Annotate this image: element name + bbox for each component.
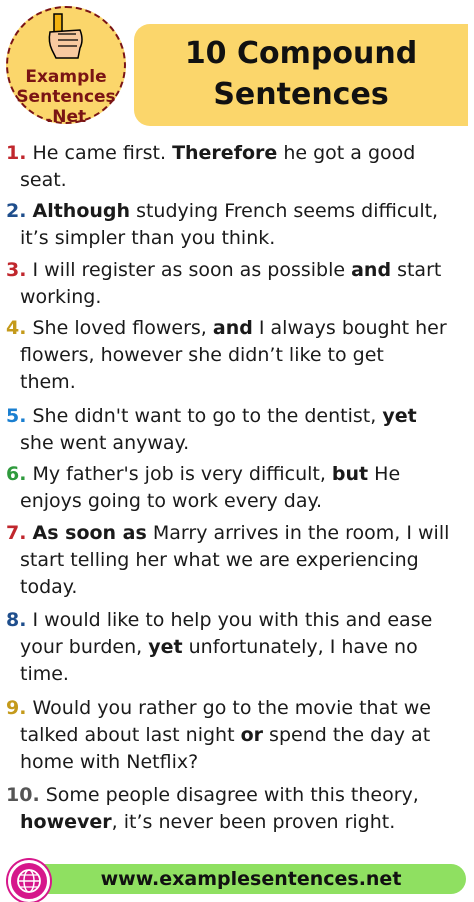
- keyword: yet: [148, 636, 183, 659]
- title-banner: 10 Compound Sentences: [134, 24, 468, 126]
- sentence-text: He came first.: [32, 142, 173, 164]
- sentence-line: it’s simpler than you think.: [6, 225, 466, 252]
- sentence-line: time.: [6, 661, 466, 688]
- sentence-text: enjoys going to work every day.: [20, 490, 323, 513]
- sentence-text: seat.: [20, 169, 67, 191]
- keyword: and: [351, 258, 392, 281]
- item-number: 3.: [6, 258, 27, 281]
- sentence-line: 10. Some people disagree with this theor…: [6, 782, 466, 809]
- item-number: 5.: [6, 404, 27, 427]
- site-logo[interactable]: Example Sentences .Net: [6, 6, 126, 127]
- sentence-text: home with Netflix?: [20, 750, 199, 773]
- sentence-line: she went anyway.: [6, 430, 466, 457]
- sentence-item-3: 3. I will register as soon as possible a…: [6, 257, 466, 311]
- sentence-line: 6. My father's job is very difficult, bu…: [6, 461, 466, 488]
- sentence-text: I always bought her: [252, 317, 447, 340]
- keyword: but: [331, 463, 369, 486]
- sentence-line: home with Netflix?: [6, 749, 466, 776]
- sentence-line: 2. Although studying French seems diffic…: [6, 198, 466, 225]
- sentence-text: start: [391, 258, 442, 281]
- sentence-line: enjoys going to work every day.: [6, 488, 466, 515]
- sentence-item-10: 10. Some people disagree with this theor…: [6, 782, 466, 836]
- sentence-text: Would you rather go to the movie that we: [32, 696, 431, 719]
- item-number: 10.: [6, 784, 40, 807]
- sentence-text: Marry arrives in the room, I will: [146, 521, 450, 544]
- sentence-text: She didn't want to go to the dentist,: [32, 404, 383, 427]
- sentence-text: he got a good: [277, 142, 416, 164]
- fist-pencil-icon: [48, 13, 83, 59]
- sentence-item-5: 5. She didn't want to go to the dentist,…: [6, 403, 466, 457]
- keyword: and: [212, 317, 253, 340]
- sentence-text: spend the day at: [263, 723, 431, 746]
- sentence-text: it’s simpler than you think.: [20, 227, 276, 250]
- page-title-line-2: Sentences: [213, 77, 389, 112]
- sentence-item-8: 8. I would like to help you with this an…: [6, 607, 466, 688]
- item-number: 7.: [6, 521, 27, 544]
- sentence-line: seat.: [6, 167, 466, 194]
- sentence-text: unfortunately, I have no: [182, 636, 418, 659]
- sentence-item-1: 1. He came first. Therefore he got a goo…: [6, 140, 466, 194]
- header: Example Sentences .Net 10 Compound Sente…: [0, 0, 474, 140]
- sentence-line: 9. Would you rather go to the movie that…: [6, 695, 466, 722]
- logo-text-example: Example: [25, 67, 107, 87]
- sentence-text: time.: [20, 663, 69, 686]
- sentence-text: My father's job is very difficult,: [32, 463, 332, 486]
- sentence-text: Some people disagree with this theory,: [45, 784, 419, 807]
- sentence-text: them.: [20, 371, 76, 394]
- sentence-line: 7. As soon as Marry arrives in the room,…: [6, 520, 466, 547]
- sentence-line: flowers, however she didn’t like to get: [6, 342, 466, 369]
- page-title-line-1: 10 Compound: [184, 36, 418, 71]
- sentence-text: studying French seems difficult,: [130, 200, 439, 223]
- url-bar[interactable]: www.examplesentences.net: [36, 864, 466, 894]
- item-number: 2.: [6, 200, 27, 223]
- sentence-text: start telling her what we are experienci…: [20, 548, 419, 571]
- logo-text-net: .Net: [45, 107, 87, 127]
- sentence-text: , it’s never been proven right.: [111, 811, 396, 834]
- site-url[interactable]: www.examplesentences.net: [36, 868, 466, 890]
- sentence-text: your burden,: [20, 636, 149, 659]
- item-number: 4.: [6, 317, 27, 340]
- keyword: Although: [32, 200, 131, 223]
- sentence-text: working.: [20, 285, 102, 308]
- sentence-text: talked about last night: [20, 723, 241, 746]
- sentence-text: He: [368, 463, 401, 486]
- item-number: 9.: [6, 696, 27, 719]
- sentence-line: your burden, yet unfortunately, I have n…: [6, 634, 466, 661]
- sentence-text: flowers, however she didn’t like to get: [20, 344, 384, 367]
- keyword: however: [20, 811, 112, 834]
- sentence-line: today.: [6, 574, 466, 601]
- sentence-line: 4. She loved flowers, and I always bough…: [6, 315, 466, 342]
- item-number: 1.: [6, 142, 27, 164]
- keyword: yet: [382, 404, 417, 427]
- footer: www.examplesentences.net: [8, 860, 466, 902]
- item-number: 8.: [6, 609, 27, 632]
- sentence-line: working.: [6, 284, 466, 311]
- sentence-text: I will register as soon as possible: [32, 258, 352, 281]
- sentence-text: she went anyway.: [20, 431, 190, 454]
- sentence-text: today.: [20, 575, 78, 598]
- sentence-line: 8. I would like to help you with this an…: [6, 607, 466, 634]
- sentence-line: talked about last night or spend the day…: [6, 722, 466, 749]
- sentence-item-2: 2. Although studying French seems diffic…: [6, 198, 466, 252]
- sentence-item-7: 7. As soon as Marry arrives in the room,…: [6, 520, 466, 601]
- sentence-line: 1. He came first. Therefore he got a goo…: [6, 140, 466, 167]
- keyword: As soon as: [32, 521, 147, 544]
- sentence-line: 5. She didn't want to go to the dentist,…: [6, 403, 466, 430]
- sentence-line: them.: [6, 369, 466, 396]
- item-number: 6.: [6, 463, 27, 486]
- keyword: Therefore: [172, 142, 278, 164]
- sentence-line: start telling her what we are experienci…: [6, 547, 466, 574]
- sentence-item-6: 6. My father's job is very difficult, bu…: [6, 461, 466, 515]
- sentence-line: however, it’s never been proven right.: [6, 809, 466, 836]
- globe-icon: [8, 860, 50, 902]
- sentence-item-4: 4. She loved flowers, and I always bough…: [6, 315, 466, 396]
- sentence-text: She loved flowers,: [32, 317, 213, 340]
- sentence-text: I would like to help you with this and e…: [32, 609, 433, 632]
- keyword: or: [240, 723, 264, 746]
- sentence-line: 3. I will register as soon as possible a…: [6, 257, 466, 284]
- sentence-item-9: 9. Would you rather go to the movie that…: [6, 695, 466, 776]
- logo-text-sentences: Sentences: [16, 87, 116, 107]
